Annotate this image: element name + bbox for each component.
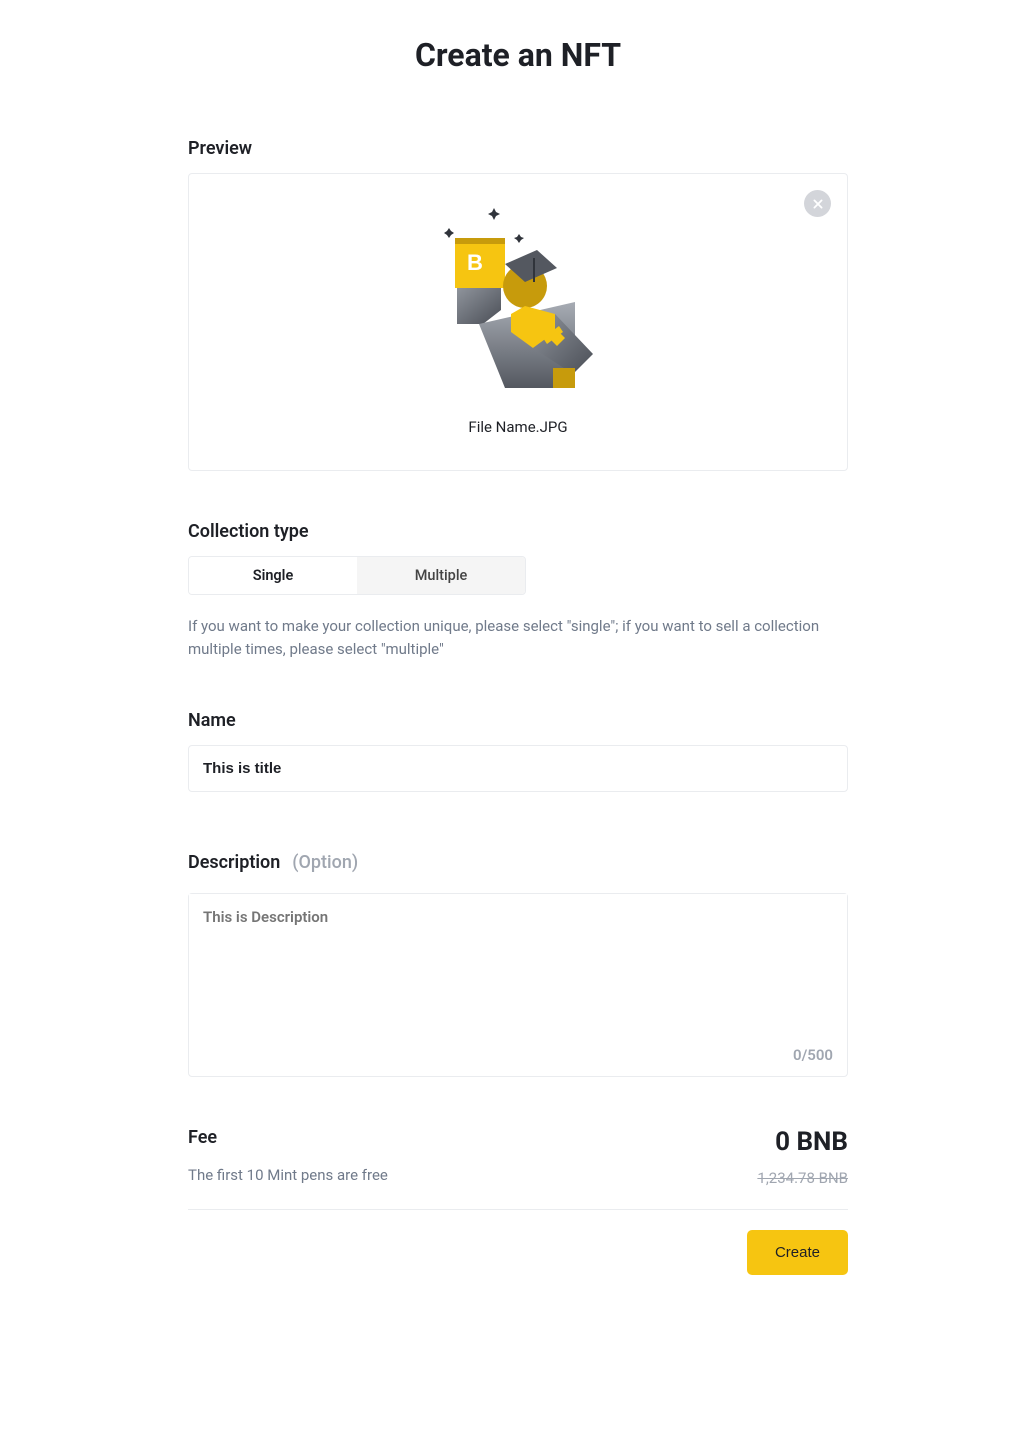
description-wrap: 0/500 (188, 893, 848, 1077)
svg-text:B: B (467, 250, 483, 275)
description-input[interactable] (189, 894, 847, 1072)
collection-type-help: If you want to make your collection uniq… (188, 615, 848, 662)
fee-label: Fee (188, 1127, 388, 1148)
collection-type-multiple[interactable]: Multiple (357, 557, 525, 594)
close-icon (812, 198, 824, 210)
description-char-count: 0/500 (793, 1046, 833, 1064)
fee-row: Fee The first 10 Mint pens are free 0 BN… (188, 1127, 848, 1210)
name-input[interactable] (188, 745, 848, 792)
collection-type-label: Collection type (188, 521, 848, 542)
preview-filename: File Name.JPG (468, 418, 567, 436)
description-label: Description (188, 852, 280, 873)
close-button[interactable] (804, 190, 831, 217)
fee-original: 1,234.78 BNB (757, 1169, 848, 1187)
preview-card: B File Name.JPG (188, 173, 848, 471)
actions-row: Create (188, 1230, 848, 1275)
page-title: Create an NFT (188, 36, 848, 74)
collection-type-single[interactable]: Single (189, 557, 357, 594)
nft-illustration: B (433, 198, 603, 398)
preview-label: Preview (188, 138, 848, 159)
fee-note: The first 10 Mint pens are free (188, 1166, 388, 1184)
name-label: Name (188, 710, 848, 731)
description-option-tag: (Option) (292, 852, 358, 873)
create-button[interactable]: Create (747, 1230, 848, 1275)
fee-amount: 0 BNB (757, 1127, 848, 1157)
collection-type-toggle: Single Multiple (188, 556, 526, 595)
description-header: Description (Option) (188, 852, 848, 873)
